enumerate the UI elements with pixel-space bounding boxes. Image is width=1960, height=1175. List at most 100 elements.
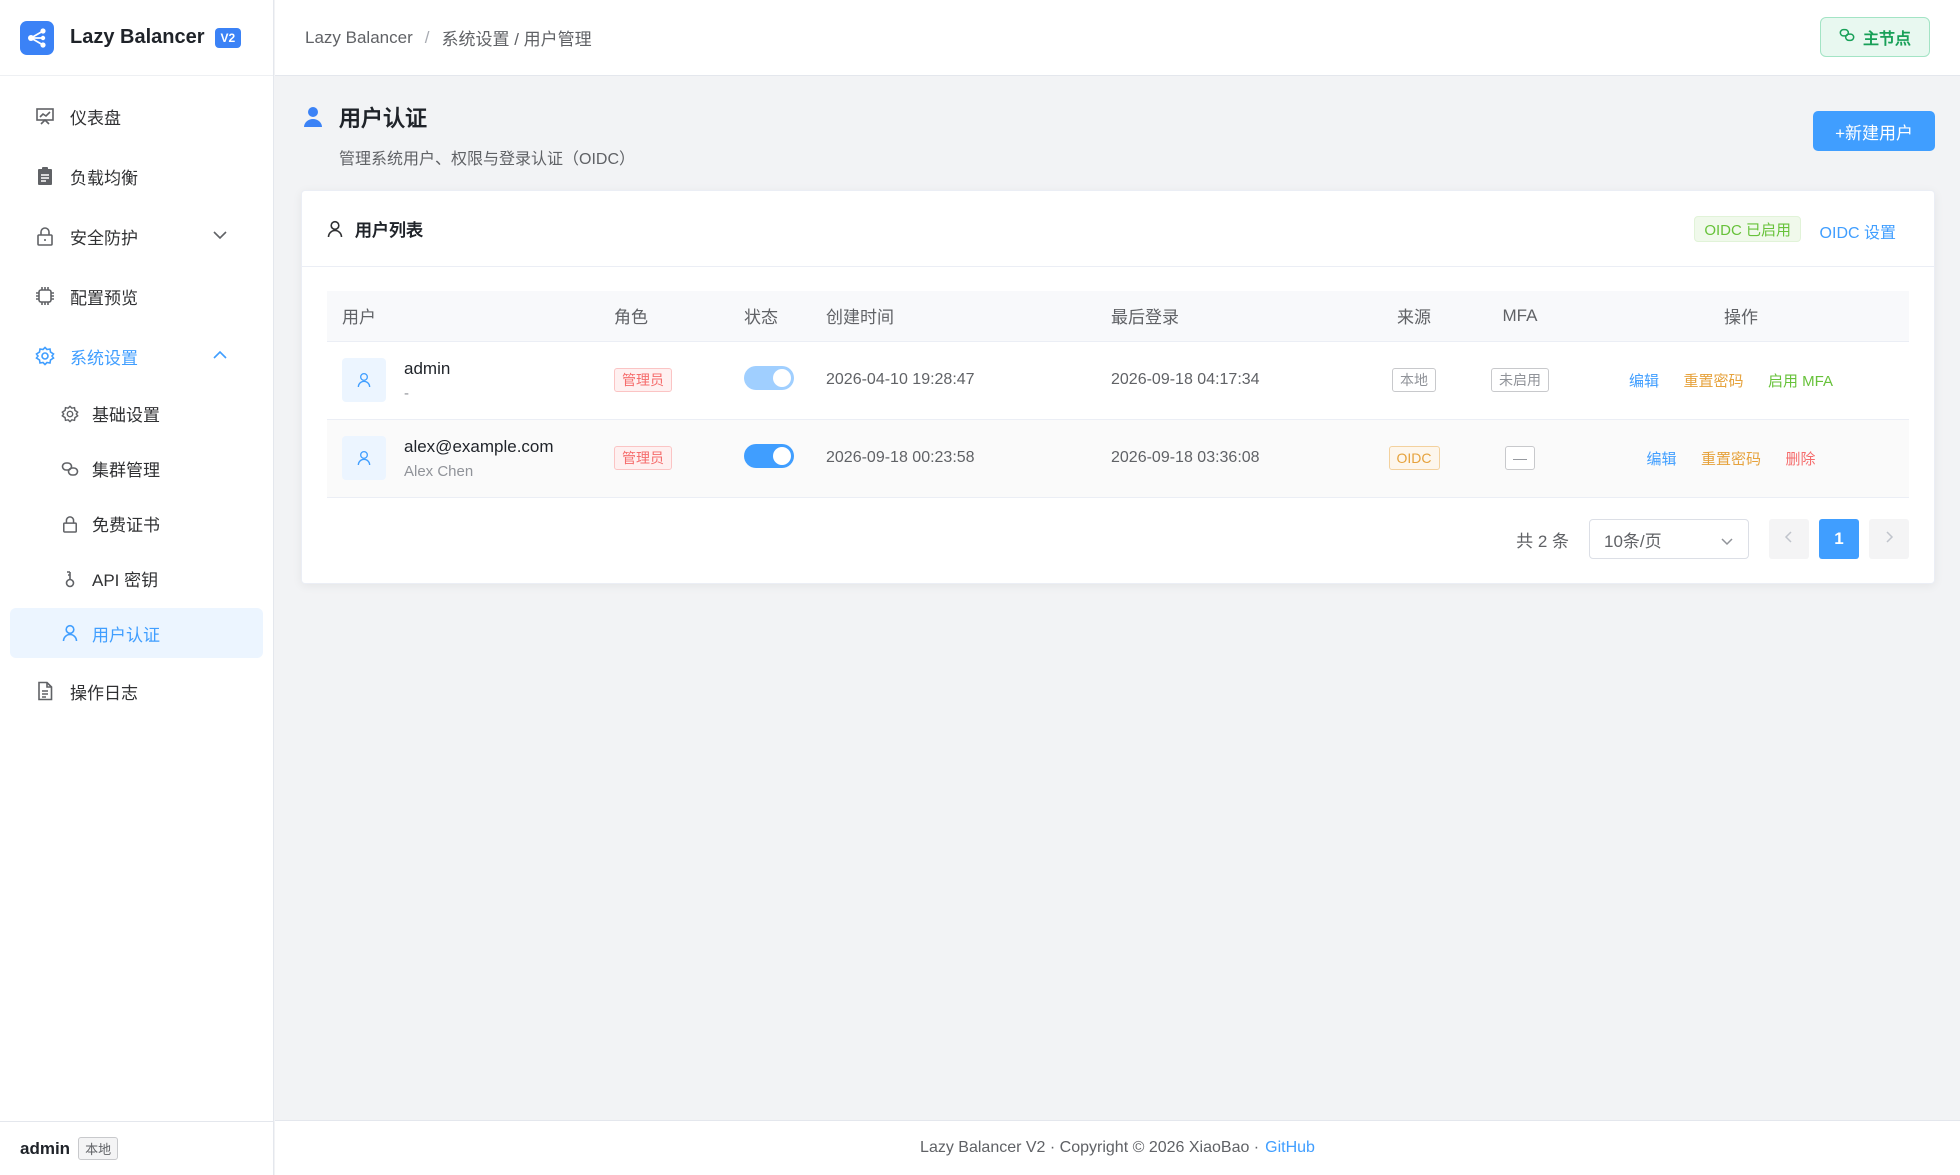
oidc-status-tag: OIDC 已启用 bbox=[1694, 216, 1801, 242]
sidebar-subitem-api-key[interactable]: API 密钥 bbox=[0, 551, 273, 606]
column-header-source: 来源 bbox=[1361, 291, 1467, 342]
card-title: 用户列表 bbox=[327, 216, 423, 241]
page-size-select[interactable]: 10条/页 bbox=[1589, 519, 1749, 559]
copyright-text: Lazy Balancer V2 · Copyright © 2026 Xiao… bbox=[920, 1139, 1260, 1156]
edit-link[interactable]: 编辑 bbox=[1647, 451, 1677, 468]
next-page-button[interactable] bbox=[1869, 519, 1909, 559]
table-row: alex@example.com Alex Chen 管理员 2026-09-1… bbox=[327, 419, 1909, 498]
mfa-tag: — bbox=[1505, 446, 1535, 470]
sidebar-item-dashboard[interactable]: 仪表盘 bbox=[0, 86, 273, 146]
chevron-down-icon bbox=[211, 226, 229, 249]
gear-icon bbox=[60, 404, 80, 424]
user-list-card: 用户列表 OIDC 已启用 OIDC 设置 用户 角色 状态 创建时间 最后登录… bbox=[301, 190, 1935, 584]
github-link[interactable]: GitHub bbox=[1265, 1139, 1315, 1157]
master-node-button[interactable]: 主节点 bbox=[1819, 17, 1930, 57]
sidebar-item-label: 负载均衡 bbox=[70, 168, 138, 188]
sidebar-item-label: 操作日志 bbox=[70, 683, 138, 703]
new-user-button[interactable]: +新建用户 bbox=[1813, 111, 1935, 151]
delete-link[interactable]: 删除 bbox=[1785, 451, 1815, 468]
sidebar-item-operation-log[interactable]: 操作日志 bbox=[0, 661, 273, 721]
breadcrumb-separator: / bbox=[424, 27, 430, 47]
column-header-created: 创建时间 bbox=[826, 291, 1111, 342]
sidebar-item-security[interactable]: 安全防护 bbox=[0, 206, 273, 266]
reset-password-link[interactable]: 重置密码 bbox=[1683, 373, 1743, 390]
chevron-down-icon bbox=[1720, 533, 1734, 553]
card-header: 用户列表 OIDC 已启用 OIDC 设置 bbox=[302, 191, 1934, 267]
brand-name: Lazy Balancer bbox=[70, 26, 205, 48]
clipboard-icon bbox=[34, 165, 56, 187]
sidebar-subitem-label: 用户认证 bbox=[92, 625, 160, 645]
chevron-left-icon bbox=[1784, 530, 1794, 548]
sidebar-subitem-cluster[interactable]: 集群管理 bbox=[0, 441, 273, 496]
sidebar-item-label: 仪表盘 bbox=[70, 108, 121, 128]
sidebar-subitem-label: 集群管理 bbox=[92, 461, 160, 480]
last-login-time: 2026-09-18 04:17:34 bbox=[1111, 341, 1361, 420]
link-icon bbox=[60, 459, 80, 479]
total-count: 共 2 条 bbox=[1516, 531, 1569, 551]
breadcrumb-root[interactable]: Lazy Balancer bbox=[305, 28, 413, 48]
enable-mfa-link[interactable]: 启用 MFA bbox=[1768, 373, 1833, 390]
chip-icon bbox=[34, 285, 56, 307]
user-name: admin bbox=[404, 358, 451, 378]
status-toggle[interactable] bbox=[744, 365, 794, 390]
sidebar-subitem-label: API 密钥 bbox=[92, 571, 159, 590]
created-time: 2026-09-18 00:23:58 bbox=[826, 419, 1111, 498]
lock-icon bbox=[34, 225, 56, 247]
brand[interactable]: Lazy Balancer V2 bbox=[0, 0, 273, 76]
page-title: 用户认证 bbox=[303, 101, 635, 133]
user-filled-icon bbox=[303, 105, 327, 129]
share-logo-icon bbox=[20, 20, 54, 55]
sidebar-item-label: 配置预览 bbox=[70, 288, 138, 308]
current-user[interactable]: admin 本地 bbox=[0, 1121, 274, 1175]
page-subtitle: 管理系统用户、权限与登录认证（OIDC） bbox=[339, 151, 636, 168]
column-header-mfa: MFA bbox=[1467, 291, 1573, 342]
sidebar-subitem-user-auth[interactable]: 用户认证 bbox=[10, 608, 263, 658]
mfa-tag: 未启用 bbox=[1491, 368, 1549, 392]
sidebar-item-system-settings[interactable]: 系统设置 bbox=[0, 326, 273, 386]
main-content: 用户认证 管理系统用户、权限与登录认证（OIDC） +新建用户 用户列表 OID… bbox=[275, 77, 1960, 1120]
column-header-user: 用户 bbox=[327, 291, 614, 342]
breadcrumb-path: 系统设置 / 用户管理 bbox=[441, 30, 592, 49]
top-header: Lazy Balancer / 系统设置 / 用户管理 主节点 bbox=[275, 0, 1960, 76]
dashboard-icon bbox=[34, 105, 56, 127]
oidc-settings-link[interactable]: OIDC 设置 bbox=[1820, 219, 1896, 243]
edit-link[interactable]: 编辑 bbox=[1629, 373, 1659, 390]
user-display-name: Alex Chen bbox=[404, 462, 474, 480]
sidebar-item-label: 系统设置 bbox=[70, 348, 138, 368]
last-login-time: 2026-09-18 03:36:08 bbox=[1111, 419, 1361, 498]
column-header-status: 状态 bbox=[744, 291, 826, 342]
page-size-value: 10条/页 bbox=[1604, 531, 1662, 551]
prev-page-button[interactable] bbox=[1769, 519, 1809, 559]
sidebar-subitem-label: 基础设置 bbox=[92, 406, 160, 425]
status-toggle[interactable] bbox=[744, 443, 794, 468]
user-table: 用户 角色 状态 创建时间 最后登录 来源 MFA 操作 admin - 管理员… bbox=[327, 291, 1909, 498]
sidebar-subitem-basic-settings[interactable]: 基础设置 bbox=[0, 386, 273, 441]
table-header-row: 用户 角色 状态 创建时间 最后登录 来源 MFA 操作 bbox=[327, 291, 1909, 342]
user-icon bbox=[60, 623, 80, 643]
role-tag: 管理员 bbox=[614, 446, 672, 470]
column-header-role: 角色 bbox=[614, 291, 744, 342]
current-user-name: admin bbox=[20, 1138, 71, 1158]
document-icon bbox=[34, 680, 56, 702]
current-user-source-tag: 本地 bbox=[78, 1137, 119, 1160]
side-menu: 仪表盘 负载均衡 安全防护 配置预览 系统设置 基础设置 集群管理 免费证书 A… bbox=[0, 76, 273, 721]
reset-password-link[interactable]: 重置密码 bbox=[1701, 451, 1761, 468]
gear-icon bbox=[34, 345, 56, 367]
avatar bbox=[342, 358, 386, 402]
chevron-right-icon bbox=[1884, 530, 1894, 548]
sidebar-item-load-balance[interactable]: 负载均衡 bbox=[0, 146, 273, 206]
user-cell: admin - bbox=[327, 341, 614, 420]
column-header-last-login: 最后登录 bbox=[1111, 291, 1361, 342]
user-display-name: - bbox=[404, 384, 409, 402]
key-icon bbox=[60, 569, 80, 589]
version-badge: V2 bbox=[214, 27, 242, 48]
avatar bbox=[342, 436, 386, 480]
table-row: admin - 管理员 2026-04-10 19:28:47 2026-09-… bbox=[327, 341, 1909, 420]
link-icon bbox=[1839, 27, 1855, 48]
sidebar-subitem-free-cert[interactable]: 免费证书 bbox=[0, 496, 273, 551]
created-time: 2026-04-10 19:28:47 bbox=[826, 341, 1111, 420]
sidebar-item-config-preview[interactable]: 配置预览 bbox=[0, 266, 273, 326]
page-number-button[interactable]: 1 bbox=[1819, 519, 1859, 559]
sidebar: Lazy Balancer V2 仪表盘 负载均衡 安全防护 配置预览 系统设置… bbox=[0, 0, 274, 1175]
user-icon bbox=[327, 220, 345, 238]
